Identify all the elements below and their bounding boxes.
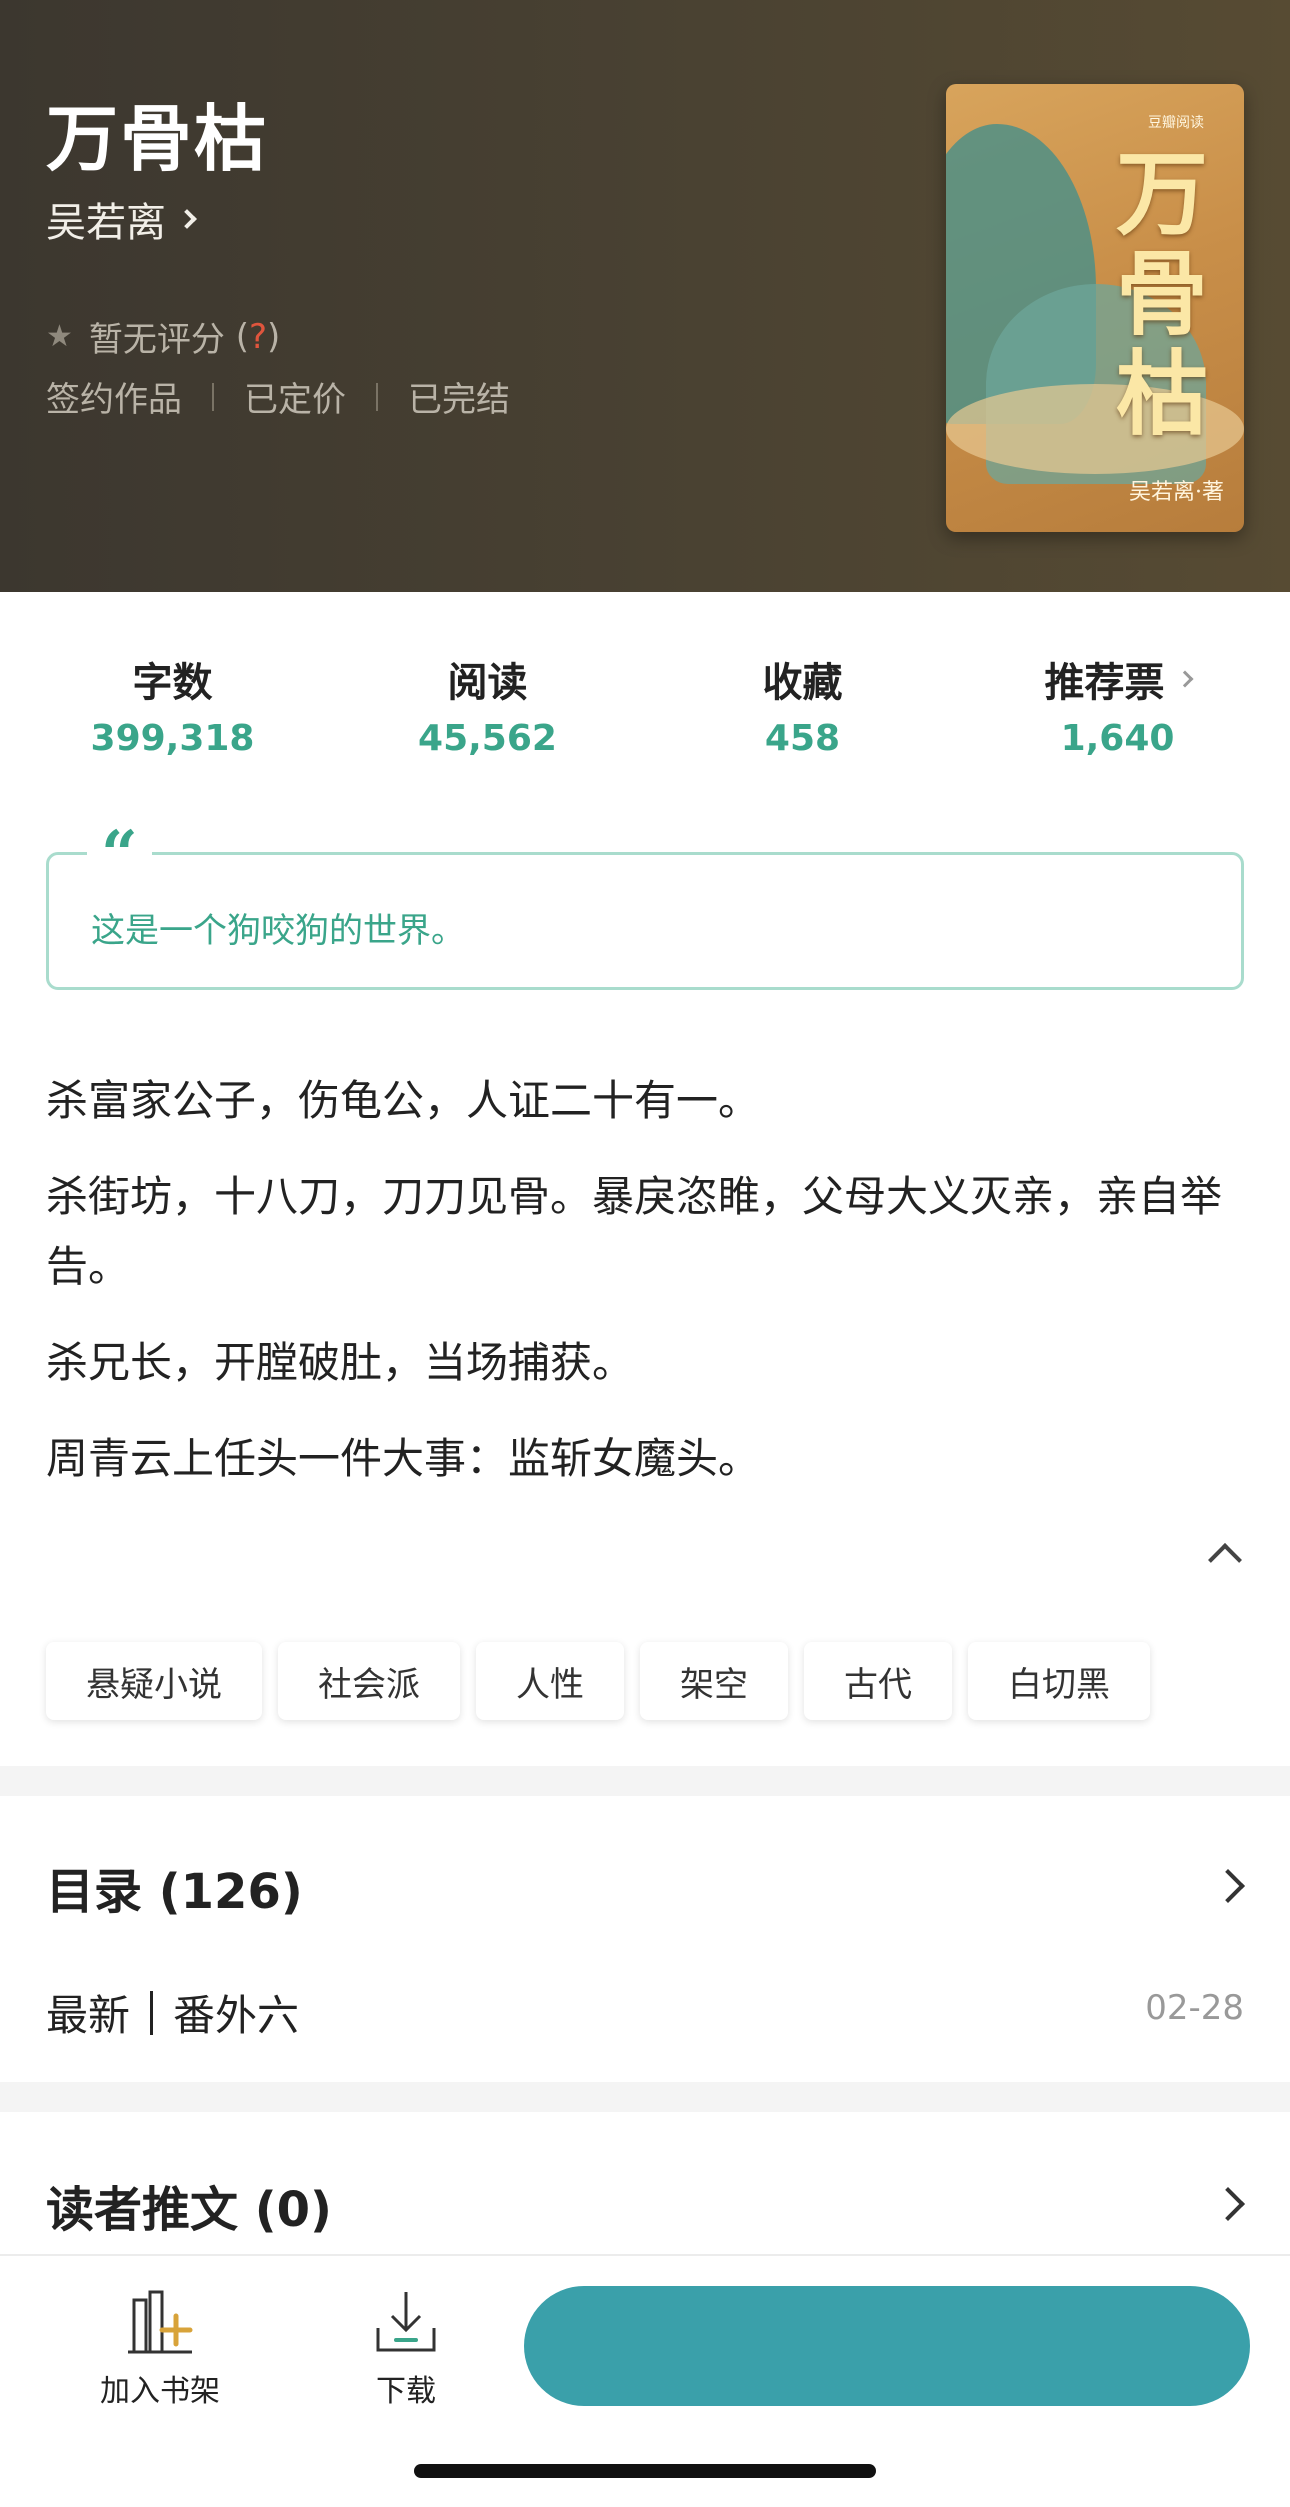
section-divider — [0, 1766, 1290, 1796]
stat-label: 推荐票 — [1045, 650, 1193, 708]
download-label: 下载 — [376, 2374, 436, 2409]
book-header: 万骨枯 吴若离 ★ 暂无评分 (?) 签约作品 已定价 已完结 豆瓣阅读 万骨枯… — [0, 0, 1290, 592]
stat-word-count: 字数 399,318 — [15, 650, 330, 759]
cover-author: 吴若离·著 — [1129, 480, 1224, 505]
rating: ★ 暂无评分 (?) — [46, 312, 280, 361]
cover-title: 万骨枯 — [1115, 140, 1208, 448]
stat-label: 收藏 — [762, 660, 843, 706]
book-stats: 字数 399,318 阅读 45,562 收藏 458 推荐票 1,640 — [0, 650, 1290, 759]
add-to-shelf-button[interactable]: 加入书架 — [96, 2286, 224, 2410]
stat-value: 458 — [764, 718, 841, 759]
author-name: 吴若离 — [46, 200, 166, 246]
download-button[interactable]: 下载 — [356, 2286, 456, 2410]
chevron-right-icon — [1176, 670, 1193, 688]
divider — [150, 1990, 154, 2035]
chevron-right-icon[interactable] — [1211, 1869, 1245, 1903]
stat-value: 399,318 — [90, 718, 255, 759]
latest-chapter-title: 番外六 — [173, 1991, 300, 2040]
divider — [212, 382, 214, 411]
latest-chapter[interactable]: 最新 番外六 — [46, 1982, 299, 2043]
start-reading-button[interactable] — [524, 2286, 1250, 2406]
reader-posts-title[interactable]: 读者推文 (0) — [46, 2170, 332, 2240]
tag-chip[interactable]: 白切黑 — [968, 1642, 1150, 1720]
chevron-right-icon[interactable] — [1211, 2187, 1245, 2221]
tagline-text: 这是一个狗咬狗的世界。 — [91, 911, 465, 951]
stat-value: 45,562 — [418, 718, 557, 759]
chevron-right-icon — [177, 209, 197, 229]
tag-chip[interactable]: 架空 — [640, 1642, 788, 1720]
stat-reads: 阅读 45,562 — [330, 650, 645, 759]
latest-label: 最新 — [46, 1991, 131, 2040]
tag-chip[interactable]: 古代 — [804, 1642, 952, 1720]
add-to-shelf-label: 加入书架 — [100, 2374, 220, 2409]
rating-text: 暂无评分 — [88, 320, 225, 360]
download-icon — [376, 2292, 436, 2352]
cover-brand-logo: 豆瓣阅读 — [1148, 115, 1204, 131]
quote-icon: “ — [87, 823, 152, 887]
stat-value: 1,640 — [1060, 718, 1175, 759]
home-indicator[interactable] — [414, 2464, 876, 2478]
book-meta: 签约作品 已定价 已完结 — [46, 372, 510, 421]
latest-chapter-date: 02-28 — [1145, 1988, 1244, 2028]
author-link[interactable]: 吴若离 — [46, 190, 197, 248]
catalog-title[interactable]: 目录 (126) — [46, 1852, 303, 1922]
add-to-shelf-icon — [128, 2290, 193, 2354]
tag-chip[interactable]: 人性 — [476, 1642, 624, 1720]
tagline-quote: “ 这是一个狗咬狗的世界。 — [46, 823, 1244, 990]
book-title: 万骨枯 — [46, 97, 269, 181]
section-divider — [0, 2082, 1290, 2112]
book-cover[interactable]: 豆瓣阅读 万骨枯 吴若离·著 — [946, 84, 1244, 532]
meta-signed: 签约作品 — [46, 380, 182, 420]
tag-list: 悬疑小说 社会派 人性 架空 古代 白切黑 — [46, 1642, 1166, 1720]
book-intro: 杀富家公子，伤龟公，人证二十有一。 杀街坊，十八刀，刀刀见骨。暴戾恣睢，父母大义… — [46, 1066, 1244, 1520]
intro-paragraph: 杀兄长，开膛破肚，当场捕获。 — [46, 1338, 635, 1387]
meta-finished: 已完结 — [408, 380, 510, 420]
rating-help[interactable]: (?) — [225, 317, 281, 357]
stat-label: 字数 — [132, 660, 213, 706]
stat-favorites: 收藏 458 — [645, 650, 960, 759]
star-icon: ★ — [46, 319, 73, 354]
tag-chip[interactable]: 悬疑小说 — [46, 1642, 262, 1720]
chevron-up-icon[interactable] — [1208, 1543, 1242, 1577]
tag-chip[interactable]: 社会派 — [278, 1642, 460, 1720]
intro-paragraph: 杀富家公子，伤龟公，人证二十有一。 — [46, 1076, 761, 1125]
intro-paragraph: 周青云上任头一件大事：监斩女魔头。 — [46, 1434, 761, 1483]
stat-label: 阅读 — [447, 660, 528, 706]
stat-recommend-votes[interactable]: 推荐票 1,640 — [960, 650, 1275, 759]
divider — [376, 382, 378, 411]
meta-priced: 已定价 — [244, 380, 346, 420]
intro-paragraph: 杀街坊，十八刀，刀刀见骨。暴戾恣睢，父母大义灭亲，亲自举告。 — [46, 1172, 1223, 1291]
